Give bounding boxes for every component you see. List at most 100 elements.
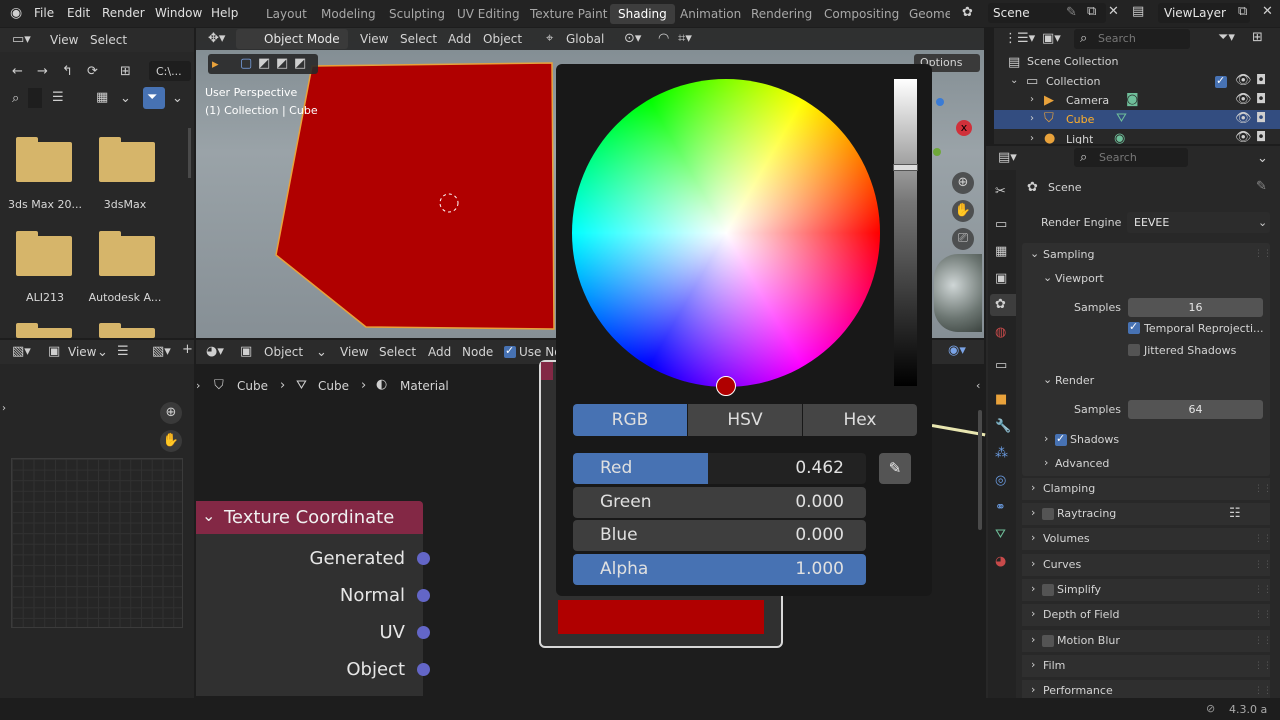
forward-icon[interactable]: → xyxy=(37,65,48,78)
folder-icon[interactable] xyxy=(99,323,155,338)
breadcrumb-material[interactable]: Material xyxy=(400,379,449,393)
eye-icon[interactable]: 👁 xyxy=(1235,131,1252,144)
tab-rendering[interactable]: Rendering xyxy=(751,7,812,21)
pan-hand-icon[interactable]: ✋ xyxy=(160,430,182,452)
drag-handle-icon[interactable]: ⋮⋮ xyxy=(1254,585,1272,595)
tab-modeling[interactable]: Modeling xyxy=(321,7,376,21)
drag-handle-icon[interactable]: ⋮⋮ xyxy=(1254,560,1272,570)
pin-icon[interactable]: ✎ xyxy=(1256,180,1267,193)
tab-sculpting[interactable]: Sculpting xyxy=(389,7,445,21)
panel-collapsed-icon[interactable]: › xyxy=(1044,433,1048,444)
parent-folder-icon[interactable]: ↰ xyxy=(62,65,73,78)
expand-arrow-icon[interactable]: › xyxy=(1030,134,1034,144)
new-folder-icon[interactable]: ⊞ xyxy=(120,65,131,78)
cube-face[interactable] xyxy=(275,62,555,330)
value-slider[interactable] xyxy=(894,79,917,386)
tool-tab-icon[interactable]: ✂ xyxy=(995,185,1006,198)
motion-blur-checkbox[interactable] xyxy=(1042,635,1054,647)
editor-type-icon[interactable]: ◕▾ xyxy=(206,345,224,358)
editor-type-icon[interactable]: ✥▾ xyxy=(208,32,225,45)
drag-handle-icon[interactable]: ⋮⋮ xyxy=(1254,484,1272,494)
display-mode-list-icon[interactable]: ☰ xyxy=(52,91,64,104)
camera-view-icon[interactable]: ⎚ xyxy=(952,228,974,250)
camera-restrict-icon[interactable]: ◘ xyxy=(1256,74,1266,87)
object-type-icon[interactable]: ▣ xyxy=(240,345,252,358)
menu-window[interactable]: Window xyxy=(155,6,202,20)
new-image-icon[interactable]: + xyxy=(182,343,193,356)
shadows-subpanel-header[interactable]: Shadows xyxy=(1070,433,1119,446)
panel-expand-icon[interactable]: ⌄ xyxy=(1030,248,1039,259)
sidebar-toggle-icon[interactable]: › xyxy=(2,404,6,414)
tab-layout[interactable]: Layout xyxy=(266,7,307,21)
display-mode-icon[interactable]: ▣▾ xyxy=(1042,32,1061,45)
pan-hand-icon[interactable]: ✋ xyxy=(952,200,974,222)
scrollbar[interactable] xyxy=(188,128,191,178)
delete-scene-icon[interactable]: ✕ xyxy=(1108,5,1119,18)
viewport-menu-select[interactable]: Select xyxy=(400,32,437,46)
search-icon[interactable]: ⌕ xyxy=(12,92,19,105)
hamburger-icon[interactable]: ☰ xyxy=(117,345,129,358)
file-menu-view[interactable]: View xyxy=(50,33,78,47)
editor-type-icon[interactable]: ▭▾ xyxy=(12,33,31,46)
new-view-layer-icon[interactable]: ⧉ xyxy=(1238,5,1247,18)
overlay-icon[interactable]: ◉▾ xyxy=(948,344,966,357)
value-slider-handle[interactable] xyxy=(893,164,918,171)
render-subpanel-header[interactable]: Render xyxy=(1055,374,1094,387)
node-menu-node[interactable]: Node xyxy=(462,345,493,359)
camera-restrict-icon[interactable]: ◘ xyxy=(1256,93,1266,106)
world-tab-icon[interactable]: ◍ xyxy=(995,326,1006,339)
output-generated-socket[interactable] xyxy=(417,552,430,565)
gizmo-y-axis-icon[interactable] xyxy=(933,148,941,156)
tab-rgb[interactable]: RGB xyxy=(573,404,687,436)
expand-arrow-icon[interactable]: ⌄ xyxy=(1010,76,1018,86)
file-search-input[interactable] xyxy=(28,88,42,108)
tab-geometry[interactable]: Geome xyxy=(909,7,950,21)
snap-icon[interactable]: ◠ xyxy=(658,32,669,45)
panel-collapsed-icon[interactable]: › xyxy=(1044,457,1048,468)
node-menu-select[interactable]: Select xyxy=(379,345,416,359)
collapse-chevron-icon[interactable]: ⌄ xyxy=(202,508,215,524)
shadows-checkbox[interactable] xyxy=(1055,432,1067,446)
camera-restrict-icon[interactable]: ◘ xyxy=(1256,112,1266,125)
select-mode-subtract-icon[interactable]: ◩ xyxy=(276,57,288,70)
panel-expand-icon[interactable]: ⌄ xyxy=(1043,374,1052,385)
drag-handle-icon[interactable]: ⋮⋮ xyxy=(1254,249,1272,259)
proportional-icon[interactable]: ⌗▾ xyxy=(678,32,692,45)
editor-type-icon[interactable]: ▧▾ xyxy=(12,345,31,358)
tab-hex[interactable]: Hex xyxy=(803,404,917,436)
green-field[interactable]: Green 0.000 xyxy=(573,487,866,518)
tab-compositing[interactable]: Compositing xyxy=(824,7,899,21)
alpha-field[interactable]: Alpha 1.000 xyxy=(573,554,866,585)
simplify-checkbox[interactable] xyxy=(1042,584,1054,596)
scene-collection-label[interactable]: Scene Collection xyxy=(1027,55,1118,68)
constraints-tab-icon[interactable]: ⚭ xyxy=(995,501,1006,514)
pin-icon[interactable]: ✎ xyxy=(1066,6,1077,19)
editor-type-icon[interactable]: ▤▾ xyxy=(998,151,1017,164)
drag-handle-icon[interactable]: ⋮⋮ xyxy=(1254,661,1272,671)
list-options-icon[interactable]: ☷ xyxy=(1229,507,1241,520)
outliner-item-cube[interactable]: Cube xyxy=(1066,113,1094,126)
chevron-down-icon[interactable]: ⌄ xyxy=(120,92,131,105)
blender-logo-icon[interactable]: ◉ xyxy=(10,6,22,20)
eyedropper-button[interactable]: ✎ xyxy=(879,453,911,484)
tab-uv-editing[interactable]: UV Editing xyxy=(457,7,520,21)
image-editor[interactable]: ⊕ ✋ › xyxy=(0,364,194,698)
zoom-icon[interactable]: ⊕ xyxy=(952,172,974,194)
sidebar-toggle-icon[interactable]: ‹ xyxy=(976,380,980,391)
object-tab-icon[interactable]: ■ xyxy=(995,393,1007,406)
advanced-subpanel-header[interactable]: Advanced xyxy=(1055,457,1109,470)
color-swatch[interactable] xyxy=(558,600,764,634)
expand-arrow-icon[interactable]: › xyxy=(1030,95,1034,105)
tab-shading[interactable]: Shading xyxy=(610,4,675,24)
viewport-menu-add[interactable]: Add xyxy=(448,32,471,46)
render-samples-field[interactable]: 64 xyxy=(1128,400,1263,419)
display-mode-grid-icon[interactable]: ▦ xyxy=(96,91,108,104)
editor-type-icon[interactable]: ⋮☰▾ xyxy=(1004,32,1035,45)
scene-icon[interactable]: ✿ xyxy=(962,6,973,19)
raytracing-checkbox[interactable] xyxy=(1042,508,1054,520)
filter-icon[interactable]: ⏷▾ xyxy=(1218,31,1235,44)
physics-tab-icon[interactable]: ◎ xyxy=(995,474,1006,487)
node-menu-add[interactable]: Add xyxy=(428,345,451,359)
breadcrumb-object[interactable]: Cube xyxy=(237,379,268,393)
viewport-menu-view[interactable]: View xyxy=(360,32,388,46)
